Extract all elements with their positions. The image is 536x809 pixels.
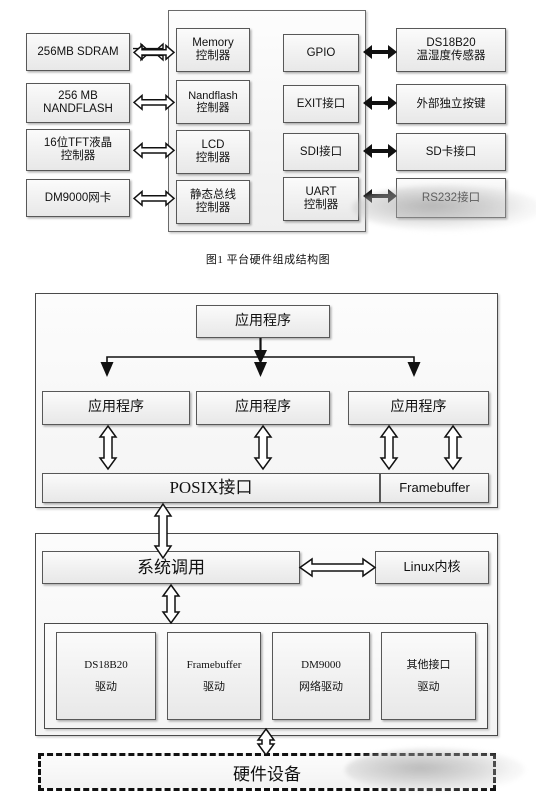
arrow-drivers-hardware <box>256 727 276 757</box>
figure2-connectors <box>98 338 463 757</box>
arrow-fanout-center <box>254 362 267 377</box>
arrow-syscall-drivers <box>161 583 181 625</box>
arrow-fanout-left <box>100 362 114 377</box>
arrow-app3-framebuffer <box>443 424 463 471</box>
arrow-app2-posix <box>253 424 273 471</box>
arrow-posix-syscall <box>153 502 173 560</box>
arrow-app1-posix <box>98 424 118 471</box>
arrow-app3-posix-left <box>379 424 399 471</box>
arrow-fanout-right <box>407 362 421 377</box>
arrow-syscall-kernel <box>298 557 377 578</box>
